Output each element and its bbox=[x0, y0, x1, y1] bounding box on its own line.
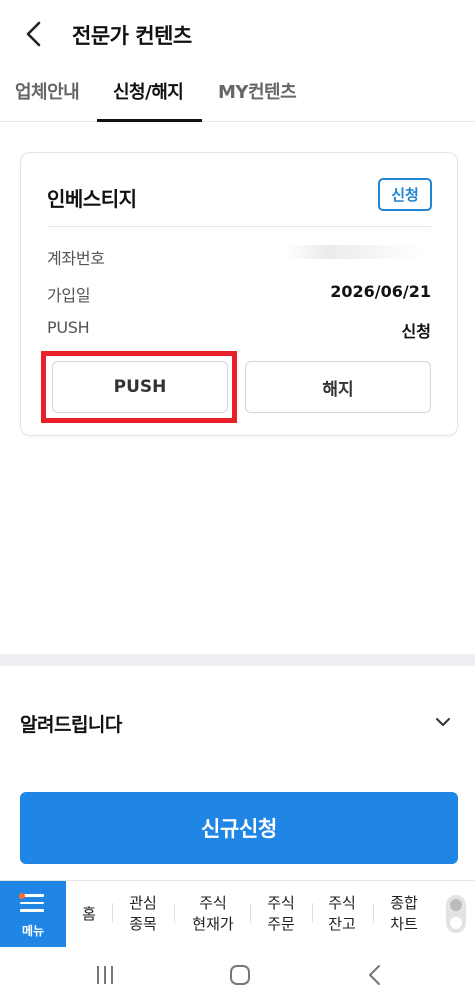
home-button[interactable] bbox=[225, 962, 255, 988]
join-date-label: 가입일 bbox=[47, 286, 91, 305]
nav-stock-order[interactable]: 주식 주문 bbox=[255, 881, 307, 947]
push-label: PUSH bbox=[47, 318, 90, 337]
nav-separator bbox=[112, 903, 113, 923]
notice-accordion[interactable]: 알려드립니다 bbox=[0, 690, 475, 754]
recent-apps-button[interactable] bbox=[90, 962, 120, 988]
chevron-down-icon bbox=[436, 718, 450, 726]
tab-subscribe-cancel[interactable]: 신청/해지 bbox=[113, 78, 184, 104]
nav-home-label: 홈 bbox=[82, 904, 96, 923]
subscription-card: 인베스티지 신청 계좌번호 가입일 2026/06/21 PUSH 신청 PUS… bbox=[20, 152, 458, 436]
active-tab-indicator bbox=[97, 119, 202, 122]
nav-separator bbox=[174, 903, 175, 923]
nav-home[interactable]: 홈 bbox=[70, 881, 108, 947]
menu-label: 메뉴 bbox=[21, 924, 45, 938]
card-divider bbox=[47, 226, 431, 227]
tab-my-contents[interactable]: MY컨텐츠 bbox=[218, 78, 297, 104]
toggle-knob-bottom bbox=[450, 917, 462, 929]
system-back-button[interactable] bbox=[360, 962, 390, 988]
app-header: 전문가 컨텐츠 bbox=[0, 0, 475, 68]
recent-apps-icon bbox=[97, 966, 113, 984]
status-badge: 신청 bbox=[378, 178, 432, 211]
nav-stock-price-line1: 주식 bbox=[199, 894, 227, 912]
nav-stock-price-line2: 현재가 bbox=[192, 915, 234, 933]
nav-scroll-toggle[interactable] bbox=[446, 895, 466, 933]
nav-chart[interactable]: 종합 차트 bbox=[378, 881, 430, 947]
nav-stock-order-line2: 주문 bbox=[267, 915, 295, 933]
page-title: 전문가 컨텐츠 bbox=[72, 24, 192, 48]
toggle-knob-top bbox=[450, 899, 462, 911]
menu-button[interactable]: 메뉴 bbox=[0, 881, 66, 947]
bottom-navigation: 메뉴 홈 관심 종목 주식 현재가 주식 주문 주식 잔고 종합 차트 bbox=[0, 880, 475, 948]
nav-separator bbox=[312, 903, 313, 923]
nav-watchlist-line2: 종목 bbox=[129, 915, 157, 933]
nav-chart-line1: 종합 bbox=[390, 894, 418, 912]
chevron-left-icon bbox=[26, 21, 41, 47]
account-number-label: 계좌번호 bbox=[47, 249, 105, 268]
push-value: 신청 bbox=[401, 322, 431, 341]
nav-chart-line2: 차트 bbox=[390, 915, 418, 933]
nav-stock-balance[interactable]: 주식 잔고 bbox=[316, 881, 368, 947]
system-navigation-bar bbox=[0, 948, 475, 1000]
section-separator bbox=[0, 654, 475, 666]
nav-watchlist-line1: 관심 bbox=[129, 894, 157, 912]
notice-title: 알려드립니다 bbox=[20, 714, 122, 736]
home-icon bbox=[230, 965, 250, 985]
join-date-value: 2026/06/21 bbox=[330, 282, 431, 301]
back-arrow-icon bbox=[369, 965, 380, 985]
nav-separator bbox=[250, 903, 251, 923]
nav-stock-balance-line2: 잔고 bbox=[328, 915, 356, 933]
nav-separator bbox=[373, 903, 374, 923]
account-number-masked bbox=[286, 245, 426, 259]
provider-name: 인베스티지 bbox=[47, 187, 137, 211]
new-subscription-button[interactable]: 신규신청 bbox=[20, 792, 458, 864]
back-button[interactable] bbox=[18, 18, 50, 50]
nav-watchlist[interactable]: 관심 종목 bbox=[116, 881, 170, 947]
nav-stock-order-line1: 주식 bbox=[267, 894, 295, 912]
nav-stock-price[interactable]: 주식 현재가 bbox=[180, 881, 246, 947]
highlight-box bbox=[41, 351, 237, 423]
nav-stock-balance-line1: 주식 bbox=[328, 894, 356, 912]
tab-company-info[interactable]: 업체안내 bbox=[15, 78, 80, 104]
tab-bar: 업체안내 신청/해지 MY컨텐츠 bbox=[0, 68, 475, 122]
cancel-subscription-button[interactable]: 해지 bbox=[245, 361, 431, 413]
notification-dot bbox=[19, 893, 25, 899]
